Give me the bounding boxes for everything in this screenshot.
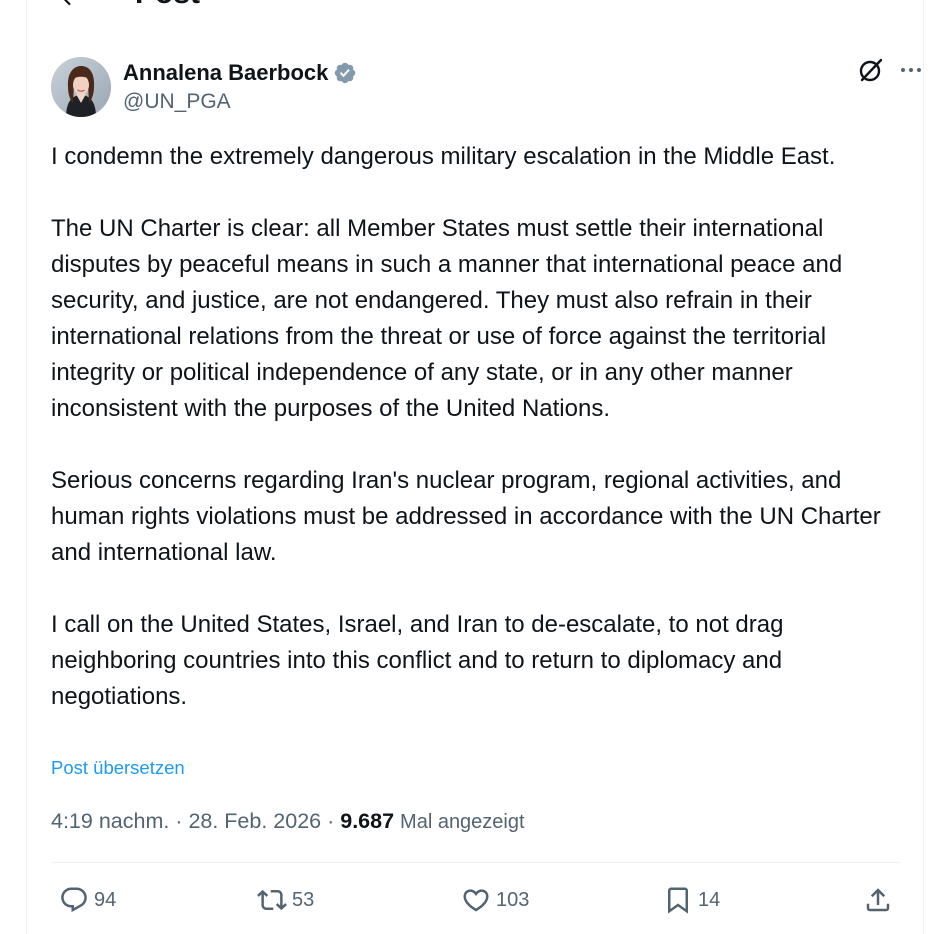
translate-post-link[interactable]: Post übersetzen xyxy=(51,756,185,780)
heart-icon xyxy=(459,883,493,917)
meta-separator: · xyxy=(169,809,189,833)
page-title: Post xyxy=(135,0,200,12)
reply-button[interactable]: 94 xyxy=(57,880,116,920)
display-name-row: Annalena Baerbock xyxy=(123,59,357,87)
tweet-paragraph: I call on the United States, Israel, and… xyxy=(51,611,784,710)
views-count: 9.687 xyxy=(340,809,395,833)
more-dots-icon xyxy=(899,58,923,87)
grok-button[interactable] xyxy=(857,58,885,86)
views-label: Mal angezeigt xyxy=(400,811,525,833)
bookmark-icon xyxy=(661,883,695,917)
back-button[interactable] xyxy=(53,0,87,16)
top-bar: Post xyxy=(27,0,923,18)
more-button[interactable] xyxy=(897,58,925,86)
tweet-paragraph: I condemn the extremely dangerous milita… xyxy=(51,143,836,170)
tweet-paragraph: Serious concerns regarding Iran's nuclea… xyxy=(51,467,881,566)
share-upload-icon xyxy=(861,883,895,917)
post-meta: 4:19 nachm. · 28. Feb. 2026 · 9.687 Mal … xyxy=(51,806,525,837)
divider xyxy=(51,862,901,863)
reply-count: 94 xyxy=(94,889,117,911)
meta-separator: · xyxy=(321,809,341,833)
action-bar: 94 53 103 14 xyxy=(27,880,923,920)
author-handle[interactable]: @UN_PGA xyxy=(123,88,357,116)
reply-bubble-icon xyxy=(57,883,91,917)
share-button[interactable] xyxy=(861,880,895,920)
author-row: Annalena Baerbock @UN_PGA xyxy=(51,57,921,121)
bookmark-button[interactable]: 14 xyxy=(661,880,720,920)
verified-badge-icon[interactable] xyxy=(333,61,357,85)
arrow-left-icon xyxy=(57,0,83,15)
bookmark-count: 14 xyxy=(698,889,721,911)
repost-count: 53 xyxy=(292,889,315,911)
post-detail-page: Post Annalena Baerbo xyxy=(26,0,924,934)
post-time[interactable]: 4:19 nachm. xyxy=(51,809,169,833)
repost-arrows-icon xyxy=(255,883,289,917)
display-name[interactable]: Annalena Baerbock xyxy=(123,59,328,87)
like-button[interactable]: 103 xyxy=(459,880,529,920)
avatar[interactable] xyxy=(51,57,111,117)
like-count: 103 xyxy=(496,889,530,911)
tweet-text: I condemn the extremely dangerous milita… xyxy=(51,139,911,715)
grok-icon xyxy=(858,57,884,88)
repost-button[interactable]: 53 xyxy=(255,880,314,920)
tweet-paragraph: The UN Charter is clear: all Member Stat… xyxy=(51,215,843,422)
post-date[interactable]: 28. Feb. 2026 xyxy=(188,809,321,833)
author-names: Annalena Baerbock @UN_PGA xyxy=(123,59,357,116)
